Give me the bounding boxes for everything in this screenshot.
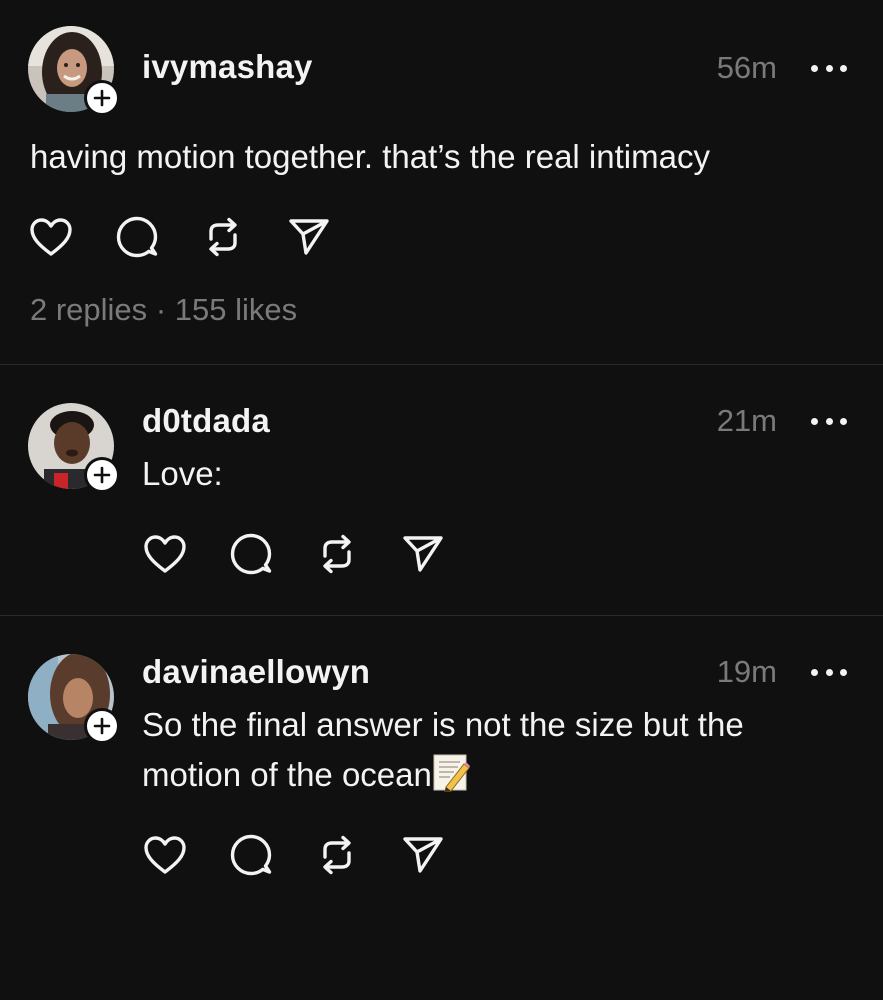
author-avatar-container[interactable] (28, 26, 120, 116)
author-avatar-container[interactable] (28, 403, 120, 493)
follow-button[interactable] (84, 80, 120, 116)
heart-icon (30, 218, 72, 256)
username[interactable]: davinaellowyn (142, 653, 370, 691)
repost-icon (209, 217, 237, 257)
post-text: Love: (142, 455, 223, 492)
repost-icon (323, 835, 351, 875)
post-actions (28, 214, 372, 260)
comment-icon (230, 834, 272, 876)
post-text: So the final answer is not the size but … (142, 700, 744, 800)
reply-button[interactable] (114, 214, 160, 260)
send-icon (403, 837, 443, 873)
post-time: 56m (716, 50, 777, 85)
send-icon (289, 219, 329, 255)
username[interactable]: d0tdada (142, 402, 270, 440)
share-button[interactable] (400, 832, 446, 878)
replies-count[interactable]: 2 replies (30, 292, 147, 327)
share-button[interactable] (400, 531, 446, 577)
repost-button[interactable] (314, 531, 360, 577)
more-icon[interactable] (811, 62, 847, 74)
post-time: 19m (716, 654, 777, 689)
more-icon[interactable] (811, 415, 847, 427)
heart-icon (144, 535, 186, 573)
username[interactable]: ivymashay (142, 48, 313, 86)
like-button[interactable] (142, 832, 188, 878)
post-text: having motion together. that’s the real … (30, 138, 710, 175)
stats-separator: · (155, 292, 167, 327)
follow-button[interactable] (84, 457, 120, 493)
post-time: 21m (716, 403, 777, 438)
post-text-line: So the final answer is not the size but … (142, 706, 744, 743)
comment-icon (230, 533, 272, 575)
post-stats: 2 replies · 155 likes (30, 292, 297, 328)
post-text-line: motion of the ocean (142, 756, 432, 793)
follow-button[interactable] (84, 708, 120, 744)
heart-icon (144, 836, 186, 874)
post-actions (142, 531, 486, 577)
more-icon[interactable] (811, 666, 847, 678)
reply-button[interactable] (228, 531, 274, 577)
plus-icon (93, 89, 111, 107)
send-icon (403, 536, 443, 572)
repost-button[interactable] (200, 214, 246, 260)
likes-count[interactable]: 155 likes (175, 292, 297, 327)
plus-icon (93, 466, 111, 484)
like-button[interactable] (28, 214, 74, 260)
post-actions (142, 832, 486, 878)
share-button[interactable] (286, 214, 332, 260)
author-avatar-container[interactable] (28, 654, 120, 744)
thread-post: d0tdada 21m Love: (0, 365, 883, 615)
reply-button[interactable] (228, 832, 274, 878)
thread-post: davinaellowyn 19m So the final answer is… (0, 616, 883, 1000)
comment-icon (116, 216, 158, 258)
thread-post: ivymashay 56m having motion together. th… (0, 0, 883, 364)
plus-icon (93, 717, 111, 735)
repost-icon (323, 534, 351, 574)
repost-button[interactable] (314, 832, 360, 878)
memo-emoji (433, 754, 470, 792)
threads-feed: ivymashay 56m having motion together. th… (0, 0, 883, 1000)
like-button[interactable] (142, 531, 188, 577)
